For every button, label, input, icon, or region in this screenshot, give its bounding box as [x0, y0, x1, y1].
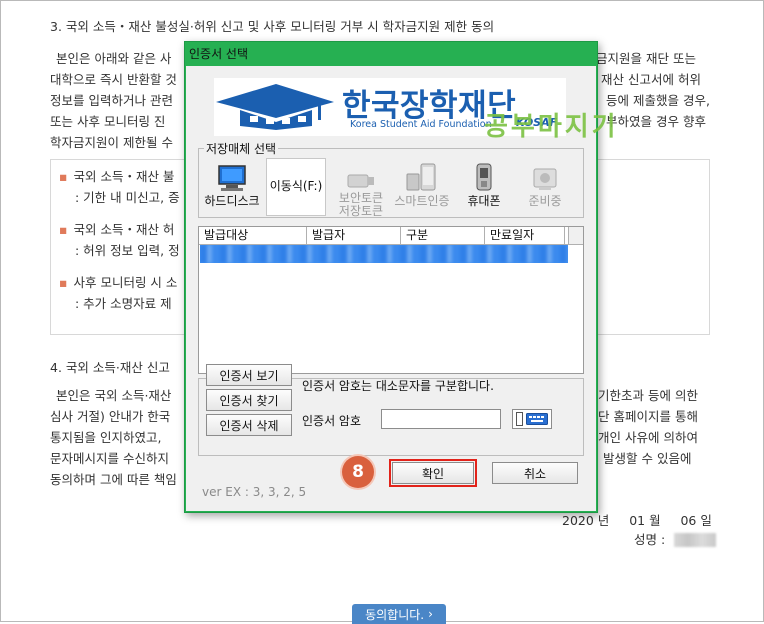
column-header-expiry[interactable]: 만료일자 — [485, 227, 565, 244]
bullet2-head: 국외 소득・재산 허 — [73, 222, 175, 237]
bullet-item: ▪ 국외 소득・재산 불 — [59, 169, 175, 184]
certificate-list[interactable]: 발급대상 발급자 구분 만료일자 — [198, 226, 584, 374]
bullet3-head: 사후 모니터링 시 소 — [73, 275, 178, 290]
dialog-title: 인증서 선택 — [189, 47, 249, 61]
smart-auth-icon — [405, 162, 439, 192]
para4-line4-right: 발생할 수 있음에 — [603, 451, 692, 466]
para4-line2-right: 단 홈페이지를 통해 — [598, 409, 698, 424]
para4-line1-right: 기한초과 등에 의한 — [598, 388, 698, 403]
virtual-keyboard-button[interactable] — [512, 409, 552, 429]
delete-certificate-button[interactable]: 인증서 삭제 — [206, 414, 292, 436]
para4-line2-left: 심사 거절) 안내가 한국 — [50, 409, 171, 424]
chevron-right-icon: › — [428, 607, 433, 621]
para3-line4-right: 부하였을 경우 향후 — [606, 114, 706, 129]
bullet-item: ▪ 국외 소득・재산 허 — [59, 222, 175, 237]
bullet-item: ▪ 사후 모니터링 시 소 — [59, 275, 178, 290]
media-removable[interactable]: 이동식(F:) — [266, 158, 326, 216]
find-certificate-button[interactable]: 인증서 찾기 — [206, 389, 292, 411]
password-label: 인증서 암호 — [302, 414, 362, 428]
date-month-unit: 월 — [649, 513, 661, 528]
view-certificate-button[interactable]: 인증서 보기 — [206, 364, 292, 386]
media-label: 준비중 — [528, 194, 562, 208]
lock-card-icon — [528, 162, 562, 192]
date-month: 01 — [629, 513, 646, 528]
para3-line5-left: 학자금지원이 제한될 수 — [50, 135, 173, 150]
case-sensitive-note: 인증서 암호는 대소문자를 구분합니다. — [302, 379, 494, 393]
date-day: 06 — [680, 513, 697, 528]
para3-line2-right: 재산 신고서에 허위 — [601, 72, 701, 87]
media-label: 휴대폰 — [467, 194, 501, 208]
checkbox-icon — [516, 412, 523, 426]
date-day-unit: 일 — [700, 513, 712, 528]
media-security-token[interactable]: 보안토큰 저장토큰 — [332, 162, 390, 218]
table-row[interactable] — [200, 245, 568, 263]
section4-title: 4. 국외 소득·재산 신고 — [50, 360, 170, 375]
para3-line3-right: 등에 제출했을 경우, — [606, 93, 710, 108]
list-scrollbar[interactable] — [568, 227, 583, 244]
media-label: 하드디스크 — [204, 194, 260, 208]
storage-media-legend: 저장매체 선택 — [204, 140, 279, 157]
watermark-text: 공부마지기 — [484, 112, 619, 142]
keyboard-icon — [526, 413, 548, 425]
para4-line1-left: 본인은 국외 소득·재산 — [56, 388, 172, 403]
date-year-unit: 년 — [597, 513, 610, 528]
version-label: ver EX : 3, 3, 2, 5 — [202, 485, 307, 499]
para3-line2-left: 대학으로 즉시 반환할 것 — [50, 72, 177, 87]
date-line: 2020 년 01 월 06 일 — [562, 510, 712, 531]
bullet1-sub: : 기한 내 미신고, 증 — [75, 190, 180, 205]
step-number-badge: 8 — [342, 456, 374, 488]
media-coming-soon[interactable]: 준비중 — [516, 162, 574, 209]
para3-line1-right: 금지원을 재단 또는 — [596, 51, 696, 66]
row-redacted — [200, 245, 568, 263]
password-input[interactable] — [381, 409, 501, 429]
cancel-button[interactable]: 취소 — [492, 462, 578, 484]
monitor-icon — [215, 162, 249, 192]
agree-button[interactable]: 동의합니다. › — [352, 604, 446, 624]
bullet2-sub: : 허위 정보 입력, 정 — [75, 243, 180, 258]
media-label: 이동식(F:) — [269, 179, 323, 193]
para4-line3-right: 개인 사유에 의하여 — [598, 430, 698, 445]
name-label: 성명 : — [634, 532, 666, 547]
para4-line5-left: 동의하며 그에 따른 책임 — [50, 472, 177, 487]
para4-line3-left: 통지됨을 인지하였고, — [50, 430, 162, 445]
media-hard-disk[interactable]: 하드디스크 — [202, 162, 262, 209]
para3-line3-left: 정보를 입력하거나 관련 — [50, 93, 173, 108]
media-label: 스마트인증 — [394, 194, 450, 208]
bullet3-sub: : 추가 소명자료 제 — [75, 296, 172, 311]
para3-line1-left: 본인은 아래와 같은 사 — [56, 51, 172, 66]
usb-token-icon — [344, 162, 378, 192]
certificate-list-header: 발급대상 발급자 구분 만료일자 — [199, 227, 583, 245]
confirm-highlight-box — [389, 459, 477, 487]
column-header-type[interactable]: 구분 — [401, 227, 485, 244]
banner-english-name: Korea Student Aid Foundation — [350, 119, 492, 130]
para3-line4-left: 또는 사후 모니터링 진 — [50, 114, 166, 129]
column-header-issuer[interactable]: 발급자 — [307, 227, 401, 244]
bullet1-head: 국외 소득・재산 불 — [73, 169, 175, 184]
media-label-2: 저장토큰 — [338, 204, 384, 218]
column-header-subject[interactable]: 발급대상 — [199, 227, 307, 244]
graduation-cap-icon — [216, 84, 334, 130]
name-redacted — [674, 533, 716, 547]
media-mobile-phone[interactable]: 휴대폰 — [456, 162, 512, 209]
date-year: 2020 — [562, 513, 594, 528]
section3-title: 3. 국외 소득・재산 불성실·허위 신고 및 사후 모니터링 거부 시 학자금… — [50, 19, 495, 34]
media-smart-auth[interactable]: 스마트인증 — [392, 162, 452, 209]
para4-line4-left: 문자메시지를 수신하지 — [50, 451, 169, 466]
agree-button-label: 동의합니다. — [365, 607, 425, 622]
mobile-phone-icon — [467, 162, 501, 192]
